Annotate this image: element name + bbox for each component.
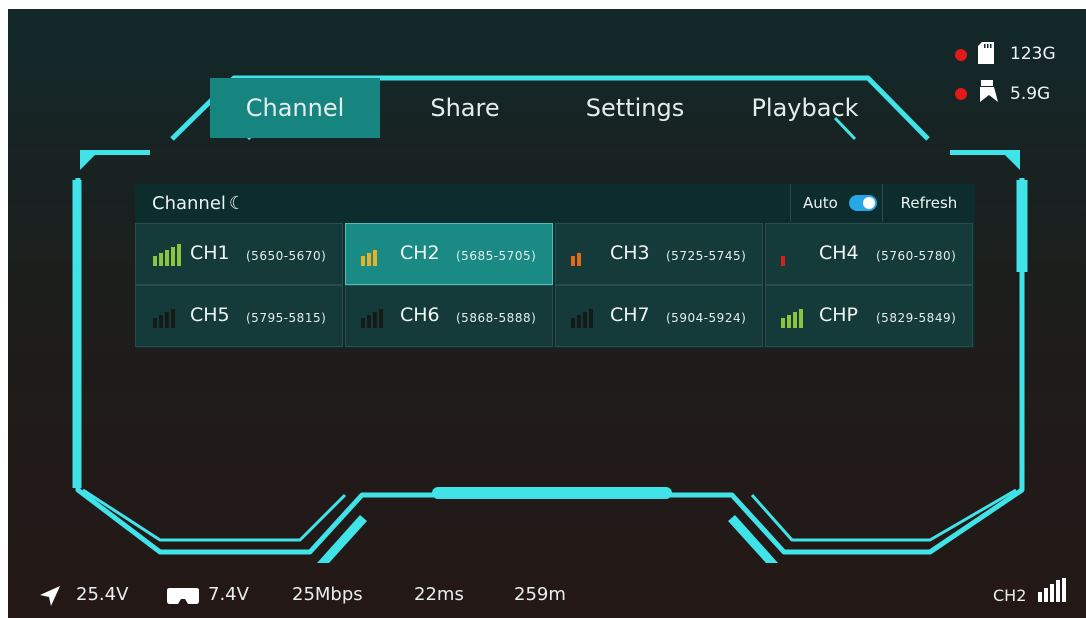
channel-name: CH1 — [190, 242, 230, 264]
moon-icon: ☾ — [228, 193, 246, 214]
signal-bar — [165, 312, 169, 328]
signal-bar — [153, 318, 157, 328]
channel-frequency-range: (5904-5924) — [666, 311, 747, 325]
signal-bar — [159, 315, 163, 328]
channel-panel-header: Channel ☾ Auto Refresh — [135, 184, 975, 223]
channel-name: CH2 — [400, 242, 440, 264]
channel-cell-ch1[interactable]: CH1 (5650-5670) — [135, 223, 343, 285]
signal-bar — [1062, 578, 1066, 602]
channel-cell-ch6[interactable]: CH6 (5868-5888) — [345, 285, 553, 347]
current-channel: CH2 — [993, 586, 1027, 605]
gps-voltage: 25.4V — [76, 584, 129, 605]
channel-name: CH4 — [819, 242, 859, 264]
sd-card-capacity: 123G — [1010, 44, 1056, 64]
signal-bar — [159, 253, 163, 266]
panel-title: Channel ☾ — [152, 193, 245, 214]
signal-bar — [379, 309, 383, 328]
channel-frequency-range: (5760-5780) — [876, 249, 957, 263]
signal-bar — [367, 253, 371, 266]
channel-cell-ch5[interactable]: CH5 (5795-5815) — [135, 285, 343, 347]
signal-bar — [799, 309, 803, 328]
signal-bars-icon — [571, 244, 583, 266]
channel-cell-chp[interactable]: CHP (5829-5849) — [765, 285, 973, 347]
signal-bars-icon — [153, 306, 177, 328]
signal-bar — [177, 244, 181, 266]
signal-bar — [373, 250, 377, 266]
signal-bar — [373, 312, 377, 328]
signal-bar — [171, 247, 175, 266]
distance: 259m — [514, 584, 566, 605]
signal-bar — [571, 318, 575, 328]
signal-bar — [577, 253, 581, 266]
navigation-arrow-icon — [40, 586, 60, 606]
signal-bar — [781, 256, 785, 266]
signal-bar — [165, 250, 169, 266]
signal-bar — [589, 309, 593, 328]
channel-name: CH7 — [610, 304, 650, 326]
signal-bar — [1050, 584, 1054, 602]
signal-bar — [171, 309, 175, 328]
auto-label: Auto — [803, 194, 838, 212]
latency: 22ms — [414, 584, 464, 605]
sd-card-icon — [978, 42, 994, 64]
internal-storage-capacity: 5.9G — [1010, 84, 1051, 104]
channel-frequency-range: (5650-5670) — [246, 249, 327, 263]
signal-bar — [793, 312, 797, 328]
channel-frequency-range: (5725-5745) — [666, 249, 747, 263]
channel-cell-ch4[interactable]: CH4 (5760-5780) — [765, 223, 973, 285]
refresh-label: Refresh — [900, 194, 958, 212]
bitrate: 25Mbps — [292, 584, 363, 605]
storage-icon — [980, 80, 998, 102]
channel-cell-ch3[interactable]: CH3 (5725-5745) — [555, 223, 763, 285]
channel-frequency-range: (5868-5888) — [456, 311, 537, 325]
auto-toggle[interactable] — [849, 195, 877, 211]
signal-bars-icon — [361, 306, 385, 328]
signal-bar — [367, 315, 371, 328]
tab-share[interactable]: Share — [380, 78, 550, 138]
signal-bars-icon — [571, 306, 595, 328]
signal-bar — [1038, 592, 1042, 602]
signal-bar — [361, 318, 365, 328]
toggle-knob — [863, 197, 875, 209]
signal-bar — [153, 256, 157, 266]
channel-name: CHP — [819, 304, 859, 326]
channel-name: CH5 — [190, 304, 230, 326]
signal-bar — [583, 312, 587, 328]
tab-playback[interactable]: Playback — [720, 78, 890, 138]
main-tabs: Channel Share Settings Playback — [210, 78, 890, 138]
sd-status-dot — [955, 49, 967, 61]
signal-bars-icon — [153, 244, 183, 266]
signal-bar — [1044, 588, 1048, 602]
signal-bar — [571, 256, 575, 266]
tab-channel[interactable]: Channel — [210, 78, 380, 138]
signal-bars-icon — [781, 244, 787, 266]
tab-settings[interactable]: Settings — [550, 78, 720, 138]
signal-bars-icon — [361, 244, 379, 266]
channel-cell-ch7[interactable]: CH7 (5904-5924) — [555, 285, 763, 347]
signal-strength-icon — [1038, 578, 1066, 602]
channel-cell-ch2[interactable]: CH2 (5685-5705) — [345, 223, 553, 285]
channel-frequency-range: (5829-5849) — [876, 311, 957, 325]
panel-title-text: Channel — [152, 193, 226, 214]
refresh-button[interactable]: Refresh — [882, 184, 975, 222]
signal-bar — [361, 256, 365, 266]
signal-bar — [1056, 580, 1060, 602]
channel-name: CH6 — [400, 304, 440, 326]
signal-bars-icon — [781, 306, 805, 328]
goggle-voltage: 7.4V — [208, 584, 249, 605]
auto-toggle-box[interactable]: Auto — [790, 184, 883, 222]
status-bar: 25.4V 7.4V 25Mbps 22ms 259m CH2 — [0, 578, 1086, 612]
channel-frequency-range: (5795-5815) — [246, 311, 327, 325]
channel-panel: Channel ☾ Auto Refresh CH1 (5650-5670) CH2 (… — [135, 184, 975, 348]
channel-name: CH3 — [610, 242, 650, 264]
goggle-screen: Channel Share Settings Playback 123G 5.9… — [0, 0, 1086, 618]
signal-bar — [781, 318, 785, 328]
signal-bar — [577, 315, 581, 328]
signal-bar — [787, 315, 791, 328]
goggles-icon — [167, 588, 199, 604]
storage-status-dot — [955, 88, 967, 100]
channel-frequency-range: (5685-5705) — [456, 249, 537, 263]
